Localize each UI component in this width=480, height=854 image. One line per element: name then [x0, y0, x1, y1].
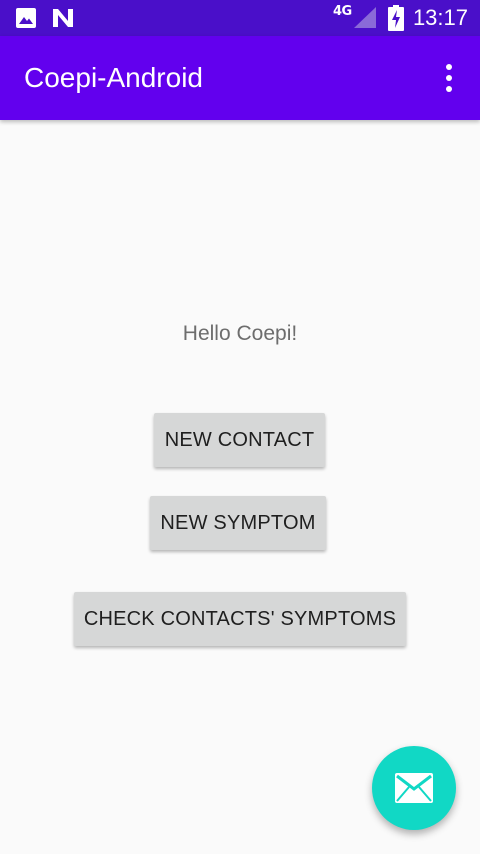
app-title: Coepi-Android — [24, 62, 203, 93]
email-fab-button[interactable] — [372, 746, 456, 830]
more-vert-icon[interactable] — [430, 62, 466, 94]
network-type: 4G — [333, 4, 352, 19]
app-bar: Coepi-Android — [0, 36, 480, 120]
clock: 13:17 — [412, 5, 468, 30]
battery-charging-icon — [388, 5, 404, 31]
greeting-text: Hello Coepi! — [182, 322, 298, 345]
screen: 4G 13:17 Coepi-Android Hello Coepi! NEW … — [0, 0, 480, 854]
signal-icon — [354, 7, 376, 28]
status-bar: 4G 13:17 — [0, 0, 480, 36]
n-icon — [53, 9, 73, 27]
email-icon — [395, 773, 433, 803]
image-icon — [16, 8, 36, 28]
new-contact-button[interactable]: NEW CONTACT — [154, 413, 325, 467]
check-contacts-symptoms-button[interactable]: CHECK CONTACTS' SYMPTOMS — [74, 592, 406, 646]
new-symptom-button[interactable]: NEW SYMPTOM — [150, 496, 326, 550]
